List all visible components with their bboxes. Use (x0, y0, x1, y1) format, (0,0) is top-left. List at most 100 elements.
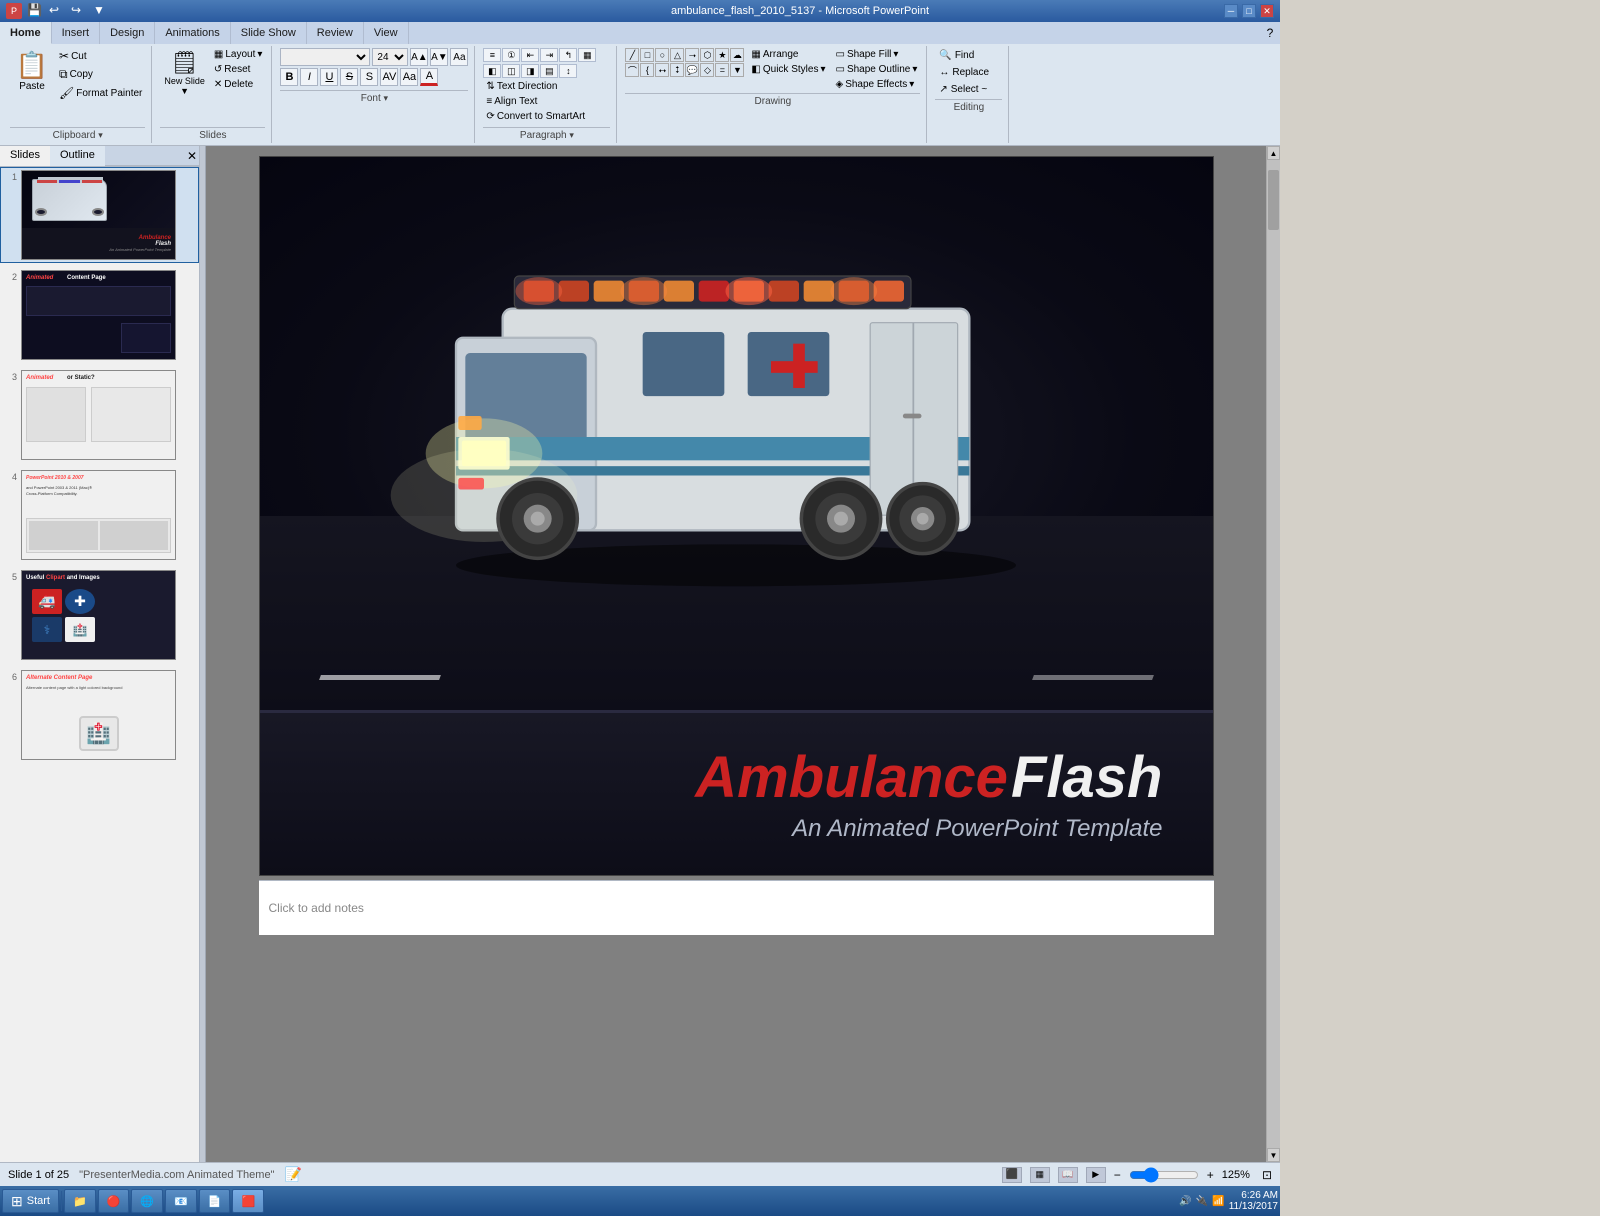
fit-window-button[interactable]: ⊡ (1262, 1168, 1272, 1182)
align-left-button[interactable]: ◧ (483, 64, 501, 78)
taskbar-mail[interactable]: 📧 (165, 1189, 197, 1213)
tab-design[interactable]: Design (100, 22, 155, 44)
convert-smartart-button[interactable]: ⟳ Convert to SmartArt (483, 110, 588, 123)
taskbar-docs[interactable]: 📄 (199, 1189, 231, 1213)
paste-button[interactable]: 📋 Paste (10, 48, 54, 94)
find-button[interactable]: 🔍 Find (935, 48, 1002, 63)
view-slide-sorter-button[interactable]: ▦ (1030, 1167, 1050, 1183)
font-size-select[interactable]: 24 (372, 48, 408, 66)
zoom-slider[interactable] (1129, 1169, 1199, 1181)
quick-redo-icon[interactable]: ↪ (71, 3, 87, 19)
tab-insert[interactable]: Insert (52, 22, 101, 44)
shape-hex-button[interactable]: ⬡ (700, 48, 714, 62)
scroll-thumb-vertical[interactable] (1268, 170, 1279, 230)
font-family-select[interactable] (280, 48, 370, 66)
tab-view[interactable]: View (364, 22, 409, 44)
panel-close-icon[interactable]: ✕ (185, 146, 199, 166)
shape-line-button[interactable]: ╱ (625, 48, 639, 62)
taskbar-powerpoint[interactable]: 🟥 (232, 1189, 264, 1213)
slide-item-5[interactable]: 5 Useful Clipart and Images 🚑 ✚ ⚕ 🏥 (0, 567, 199, 663)
quick-undo-icon[interactable]: ↩ (49, 3, 65, 19)
outline-tab[interactable]: Outline (50, 146, 105, 166)
shape-rect-button[interactable]: □ (640, 48, 654, 62)
paragraph-expand-icon[interactable]: ▾ (569, 130, 574, 140)
font-shrink-button[interactable]: A▼ (430, 48, 448, 66)
slide-item-4[interactable]: 4 PowerPoint 2010 & 2007 and PowerPoint … (0, 467, 199, 563)
case-button[interactable]: Aa (400, 68, 418, 86)
shape-circle-button[interactable]: ○ (655, 48, 669, 62)
new-slide-button[interactable]: 🗒 New Slide ▼ (160, 48, 209, 98)
shadow-button[interactable]: S (360, 68, 378, 86)
rtl-button[interactable]: ↰ (559, 48, 577, 62)
spacing-button[interactable]: AV (380, 68, 398, 86)
taskbar-browser[interactable]: 🌐 (131, 1189, 163, 1213)
view-reading-button[interactable]: 📖 (1058, 1167, 1078, 1183)
align-center-button[interactable]: ◫ (502, 64, 520, 78)
font-grow-button[interactable]: A▲ (410, 48, 428, 66)
layout-button[interactable]: ▦ Layout ▾ (211, 48, 266, 61)
new-slide-dropdown-icon[interactable]: ▼ (180, 86, 189, 96)
shape-dbl-arrow-button[interactable]: ⭤ (655, 63, 669, 77)
align-text-button[interactable]: ≡ Align Text (483, 95, 540, 108)
slide-item-2[interactable]: 2 Animated Content Page (0, 267, 199, 363)
font-color-button[interactable]: A (420, 68, 438, 86)
shape-cloud-button[interactable]: ☁ (730, 48, 744, 62)
bold-button[interactable]: B (280, 68, 298, 86)
underline-button[interactable]: U (320, 68, 338, 86)
quick-save-icon[interactable]: 💾 (27, 3, 43, 19)
scroll-down-button[interactable]: ▼ (1267, 1148, 1280, 1162)
minimize-button[interactable]: ─ (1224, 4, 1238, 18)
delete-button[interactable]: ✕ Delete (211, 78, 266, 91)
view-slideshow-button[interactable]: ▶ (1086, 1167, 1106, 1183)
tab-animations[interactable]: Animations (155, 22, 230, 44)
shape-brace-button[interactable]: { (640, 63, 654, 77)
italic-button[interactable]: I (300, 68, 318, 86)
tab-review[interactable]: Review (307, 22, 364, 44)
increase-indent-button[interactable]: ⇥ (540, 48, 558, 62)
shape-flow-button[interactable]: ◇ (700, 63, 714, 77)
quick-styles-button[interactable]: ◧ Quick Styles ▾ (748, 63, 828, 76)
quick-custom-icon[interactable]: ▼ (93, 3, 109, 19)
slide-item-1[interactable]: 1 Ambulance Flash An Animated PowerPoint… (0, 167, 199, 263)
shape-vert-arrow-button[interactable]: ⭥ (670, 63, 684, 77)
slide-vertical-scrollbar[interactable]: ▲ ▼ (1266, 146, 1280, 1162)
slides-tab[interactable]: Slides (0, 146, 50, 166)
slide-item-6[interactable]: 6 Alternate Content Page Alternate conte… (0, 667, 199, 763)
start-button[interactable]: ⊞ Start (2, 1189, 59, 1213)
taskbar-explorer[interactable]: 📁 (64, 1189, 96, 1213)
maximize-button[interactable]: □ (1242, 4, 1256, 18)
view-normal-button[interactable]: ⬛ (1002, 1167, 1022, 1183)
decrease-indent-button[interactable]: ⇤ (521, 48, 539, 62)
replace-button[interactable]: ↔ Replace (935, 65, 1002, 80)
tab-slideshow[interactable]: Slide Show (231, 22, 307, 44)
shape-star-button[interactable]: ★ (715, 48, 729, 62)
ribbon-help-icon[interactable]: ? (1260, 22, 1280, 44)
clear-format-button[interactable]: Aa (450, 48, 468, 66)
columns-button[interactable]: ▦ (578, 48, 596, 62)
shape-effects-button[interactable]: ◈ Shape Effects ▾ (832, 78, 920, 91)
close-button[interactable]: ✕ (1260, 4, 1274, 18)
shape-callout-button[interactable]: 💬 (685, 63, 699, 77)
justify-button[interactable]: ▤ (540, 64, 558, 78)
clipboard-expand-icon[interactable]: ▾ (98, 130, 103, 140)
shape-more-button[interactable]: ▼ (730, 63, 744, 77)
line-spacing-button[interactable]: ↕ (559, 64, 577, 78)
align-right-button[interactable]: ◨ (521, 64, 539, 78)
font-expand-icon[interactable]: ▾ (384, 93, 389, 103)
number-list-button[interactable]: ① (502, 48, 520, 62)
shape-arrow-button[interactable]: ⭢ (685, 48, 699, 62)
arrange-button[interactable]: ▦ Arrange (748, 48, 828, 61)
shape-fill-button[interactable]: ▭ Shape Fill ▾ (832, 48, 920, 61)
taskbar-app2[interactable]: 🔴 (98, 1189, 130, 1213)
scroll-up-button[interactable]: ▲ (1267, 146, 1280, 160)
slide-item-3[interactable]: 3 Animated or Static? (0, 367, 199, 463)
shape-outline-button[interactable]: ▭ Shape Outline ▾ (832, 63, 920, 76)
copy-button[interactable]: ⧉ Copy (56, 66, 145, 83)
bullet-list-button[interactable]: ≡ (483, 48, 501, 62)
text-direction-button[interactable]: ⇅ Text Direction (483, 80, 560, 93)
format-painter-button[interactable]: 🖌 Format Painter (56, 85, 145, 101)
zoom-in-button[interactable]: + (1207, 1168, 1214, 1182)
select-button[interactable]: ↗ Select ~ (935, 82, 1002, 97)
zoom-out-button[interactable]: − (1114, 1168, 1121, 1182)
notes-area[interactable]: Click to add notes (259, 880, 1214, 935)
